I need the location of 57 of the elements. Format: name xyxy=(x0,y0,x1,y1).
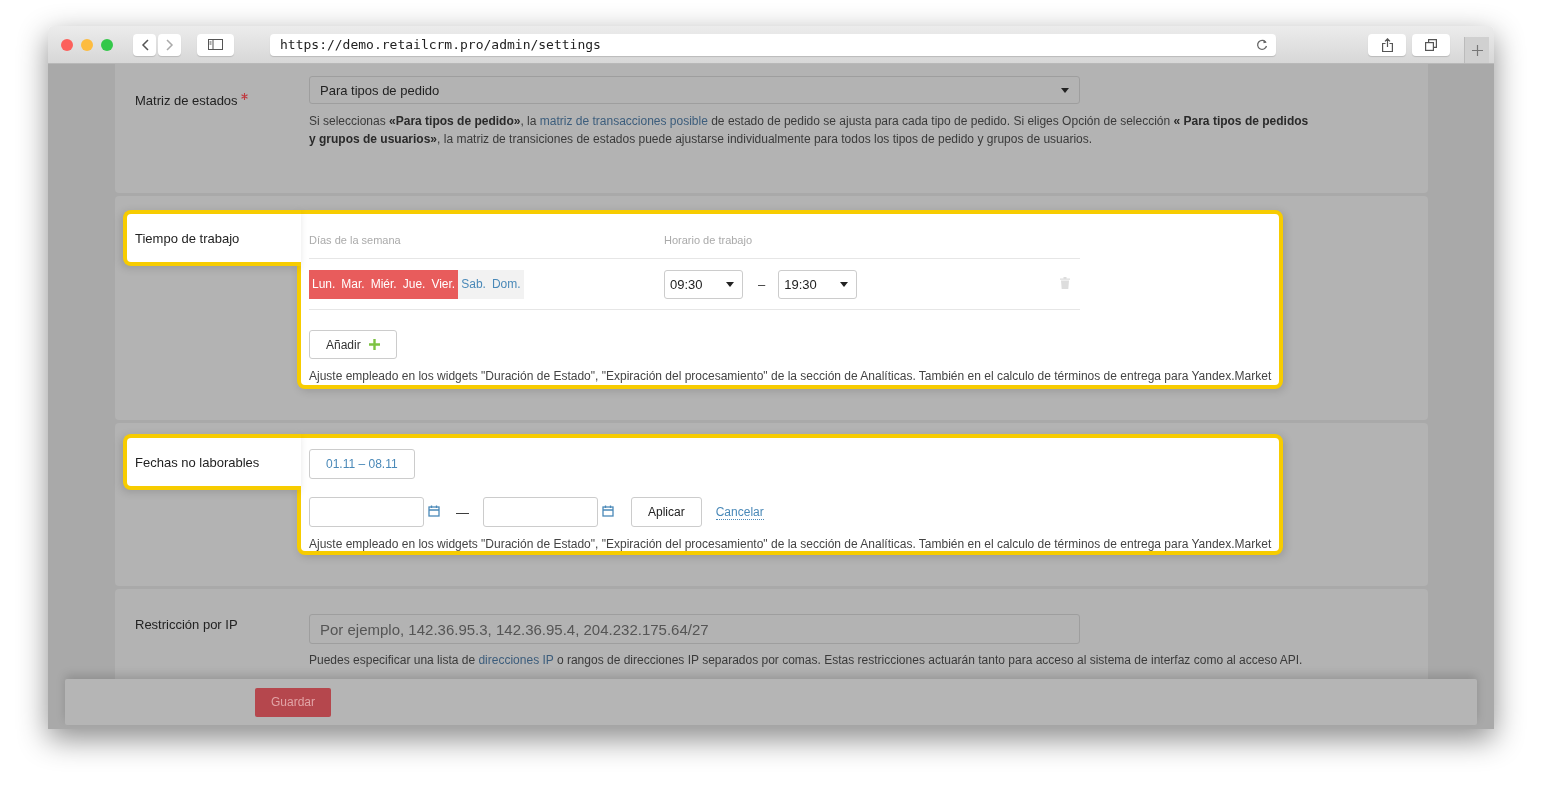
field-label: Restricción por IP xyxy=(135,616,238,632)
help-link[interactable]: direcciones IP xyxy=(478,653,554,667)
minimize-button[interactable] xyxy=(81,38,93,51)
calendar-icon[interactable] xyxy=(602,505,614,517)
field-label: Matriz de estados xyxy=(135,92,238,108)
weekday-toggle[interactable]: Vier. xyxy=(428,269,459,299)
weekday-toggle[interactable]: Mar. xyxy=(338,269,368,299)
forward-button[interactable] xyxy=(158,33,181,56)
weekday-toggle[interactable]: Jue. xyxy=(399,269,429,299)
back-icon xyxy=(140,38,149,51)
tabs-icon xyxy=(1425,38,1437,51)
new-tab-button[interactable] xyxy=(1464,37,1489,63)
field-label: Tiempo de trabajo xyxy=(135,230,240,246)
status-select[interactable]: Para tipos de pedido xyxy=(309,76,1080,104)
cancel-link[interactable]: Cancelar xyxy=(715,504,764,520)
sidebar-icon xyxy=(208,39,223,50)
share-button[interactable] xyxy=(1368,33,1406,56)
date-range-chip[interactable]: 01.11 – 08.11 xyxy=(309,449,415,479)
time-select[interactable]: 09:30 xyxy=(664,269,743,299)
column-header: Días de la semana xyxy=(309,234,402,246)
range-separator: – xyxy=(758,276,766,292)
note-text: Ajuste empleado en los widgets "Duración de Estado", "Expiración del procesamiento" de la sección de Analíticas. También en el calculo de términos de entrega para Yandex.Market xyxy=(309,369,1271,383)
range-separator: — xyxy=(456,504,469,520)
close-button[interactable] xyxy=(61,38,73,51)
caret-icon xyxy=(840,281,849,287)
apply-button[interactable]: Aplicar xyxy=(631,497,702,527)
sidebar-button[interactable] xyxy=(197,33,234,56)
help-text: Si seleccionas «Para tipos de pedido», la matriz de transacciones posible de estado de pedido se ajusta para cada tipo de pedido. Si eliges Opción de selección « Para tipos de pedidos y grupos de usuarios», la matriz de transiciones de estados puede ajustarse individualmente para todos los tipos de pedido y grupos de usuarios. xyxy=(309,113,1309,148)
caret-icon xyxy=(726,281,734,287)
trash-icon[interactable] xyxy=(1060,277,1070,289)
required-icon xyxy=(240,93,248,100)
weekday-toggle[interactable]: Dom. xyxy=(488,269,524,299)
add-button[interactable]: Añadir xyxy=(309,330,397,359)
plus-icon xyxy=(1471,44,1483,56)
help-text: Puedes especificar una lista de direcciones IP o rangos de direcciones IP separados por comas. Estas restricciones actuarán tanto para acceso al sistema de interfaz como al acceso API. xyxy=(309,652,1304,669)
note-text: Ajuste empleado en los widgets "Duración de Estado", "Expiración del procesamiento" de la sección de Analíticas. También en el calculo de términos de entrega para Yandex.Market xyxy=(309,537,1271,551)
help-link[interactable]: matriz de transacciones posible xyxy=(539,114,708,128)
save-button[interactable]: Guardar xyxy=(255,687,332,717)
tabs-button[interactable] xyxy=(1412,33,1450,56)
date-field[interactable] xyxy=(483,497,598,527)
date-field[interactable] xyxy=(309,497,424,527)
weekday-toggle[interactable]: Sab. xyxy=(458,269,489,299)
caret-icon xyxy=(1061,87,1069,93)
field-label: Fechas no laborables xyxy=(135,454,260,470)
time-select[interactable]: 19:30 xyxy=(778,269,858,299)
address-bar[interactable]: https://demo.retailcrm.pro/admin/settings xyxy=(270,33,1276,56)
reload-icon[interactable] xyxy=(1256,38,1268,51)
plus-icon xyxy=(368,339,380,350)
zoom-button[interactable] xyxy=(101,38,113,51)
calendar-icon[interactable] xyxy=(428,505,440,517)
forward-icon xyxy=(165,38,174,51)
share-icon xyxy=(1381,37,1393,52)
column-header: Horario de trabajo xyxy=(664,234,753,246)
weekday-toggle[interactable]: Lun. xyxy=(309,269,339,299)
weekday-toggle[interactable]: Miér. xyxy=(367,269,400,299)
ip-field[interactable]: Por ejemplo, 142.36.95.3, 142.36.95.4, 204.232.175.64/27 xyxy=(309,614,1080,644)
back-button[interactable] xyxy=(133,33,156,56)
